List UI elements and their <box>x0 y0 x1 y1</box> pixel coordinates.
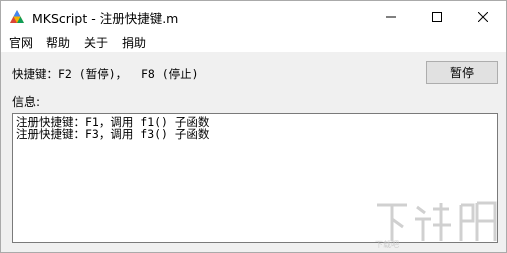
info-label: 信息: <box>12 95 41 109</box>
app-window: MKScript - 注册快捷键.m 官网 帮助 关于 捐助 快捷键：F2 (暂 <box>0 0 507 253</box>
close-button[interactable] <box>460 1 506 32</box>
window-title: MKScript - 注册快捷键.m <box>32 11 179 26</box>
minimize-icon <box>386 12 396 22</box>
watermark-logo: 下载吧 <box>373 197 503 249</box>
title-bar[interactable]: MKScript - 注册快捷键.m <box>1 1 506 32</box>
close-icon <box>478 11 488 22</box>
hotkey-label: 快捷键：F2 (暂停)， F8 (停止) <box>12 67 199 81</box>
pause-button[interactable]: 暂停 <box>426 61 498 84</box>
maximize-button[interactable] <box>414 1 460 32</box>
menu-bar: 官网 帮助 关于 捐助 <box>1 32 506 53</box>
menu-item-help[interactable]: 帮助 <box>46 34 70 51</box>
maximize-icon <box>432 11 442 22</box>
menu-item-donate[interactable]: 捐助 <box>122 34 146 51</box>
watermark-text: 下载吧 <box>375 239 399 249</box>
menu-item-website[interactable]: 官网 <box>9 34 33 51</box>
app-logo-icon <box>9 9 25 25</box>
minimize-button[interactable] <box>368 1 414 32</box>
menu-item-about[interactable]: 关于 <box>84 34 108 51</box>
info-line: 注册快捷键：F3，调用 f3() 子函数 <box>16 127 210 141</box>
